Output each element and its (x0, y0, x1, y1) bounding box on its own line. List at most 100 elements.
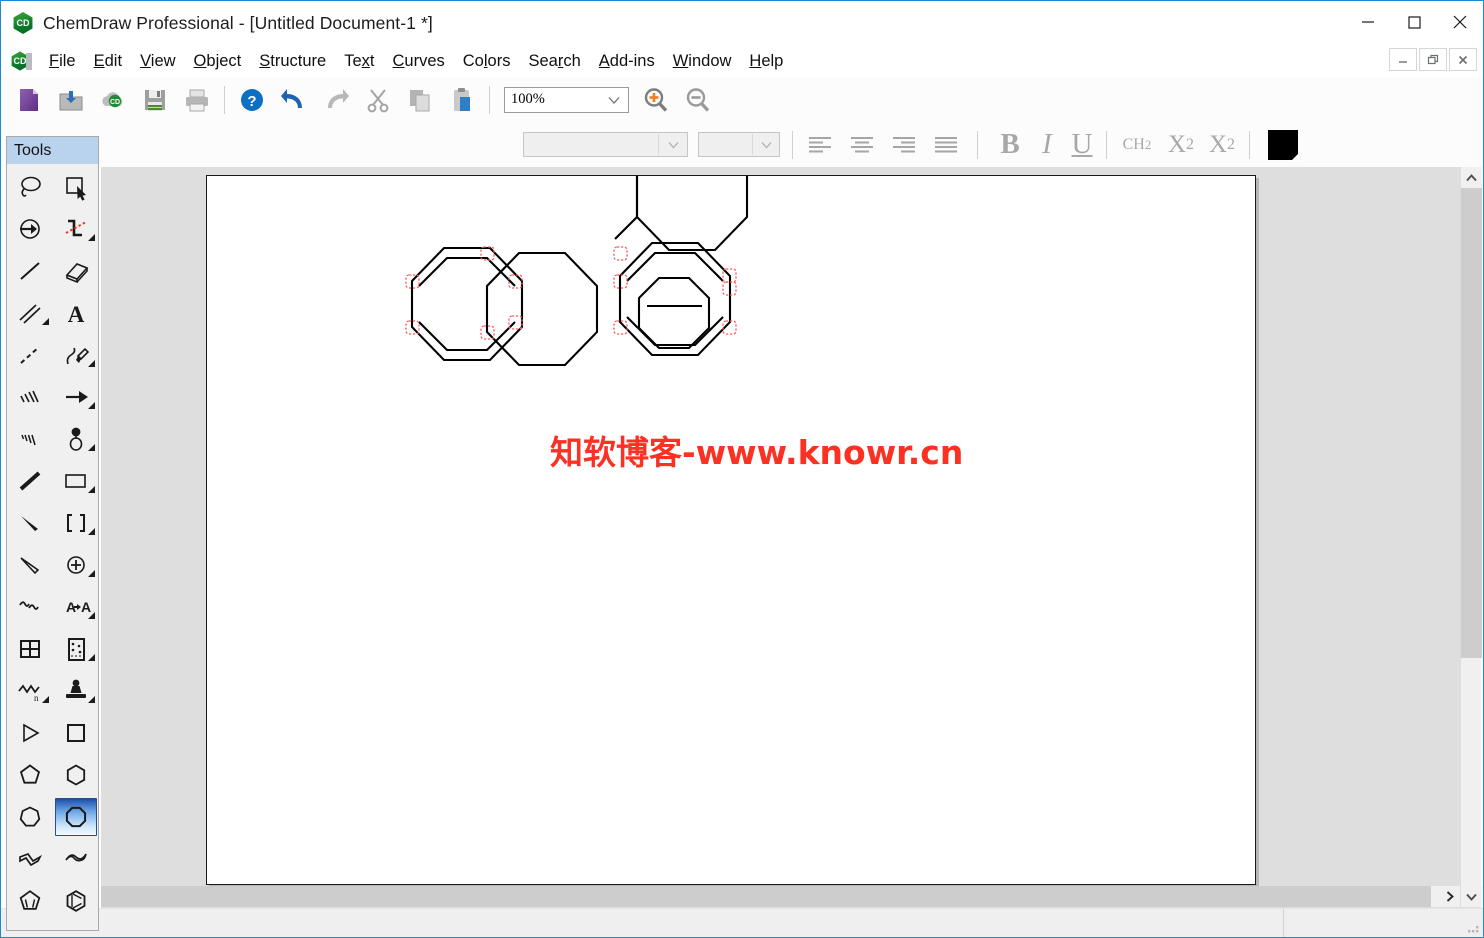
submenu-triangle-icon[interactable] (88, 606, 95, 624)
paste-button[interactable] (441, 80, 483, 120)
eraser-tool[interactable] (53, 250, 99, 292)
align-left-button[interactable] (799, 128, 841, 162)
pentagon-tool[interactable] (7, 754, 53, 796)
document-canvas-area[interactable]: 知软博客-www.knowr.cn (101, 167, 1481, 929)
font-family-combobox[interactable] (523, 132, 688, 157)
atom-replace-tool[interactable]: AA (53, 586, 99, 628)
table-tool[interactable] (7, 628, 53, 670)
dashed-bond-tool[interactable] (7, 334, 53, 376)
menu-item-search[interactable]: Search (519, 49, 589, 74)
superscript-button[interactable]: X2 (1201, 126, 1243, 164)
minimize-button[interactable] (1345, 1, 1391, 43)
scroll-down-button[interactable] (1461, 886, 1482, 907)
underline-button[interactable]: U (1064, 126, 1100, 164)
submenu-triangle-icon[interactable] (88, 522, 95, 540)
save-button[interactable] (134, 80, 176, 120)
menu-item-structure[interactable]: Structure (250, 49, 335, 74)
menu-item-add-ins[interactable]: Add-ins (590, 49, 664, 74)
scroll-up-button[interactable] (1461, 167, 1482, 188)
subscript-button[interactable]: X2 (1161, 126, 1201, 164)
redo-button[interactable] (315, 80, 357, 120)
orbital-tool[interactable] (53, 418, 99, 460)
open-folder-button[interactable] (50, 80, 92, 120)
pen-tool[interactable] (53, 334, 99, 376)
triangle-tool[interactable] (7, 712, 53, 754)
cyclopentadiene-tool[interactable] (7, 880, 53, 922)
hexagon-tool[interactable] (53, 754, 99, 796)
italic-button[interactable]: I (1030, 126, 1064, 164)
submenu-triangle-icon[interactable] (88, 690, 95, 708)
charge-tool[interactable] (53, 544, 99, 586)
resize-grip-icon[interactable] (1467, 921, 1480, 934)
undo-button[interactable] (273, 80, 315, 120)
maximize-button[interactable] (1391, 1, 1437, 43)
menu-item-curves[interactable]: Curves (383, 49, 453, 74)
submenu-triangle-icon[interactable] (88, 396, 95, 414)
hashed-bond-tool[interactable] (7, 418, 53, 460)
submenu-triangle-icon[interactable] (88, 438, 95, 456)
chemical-structure-drawing[interactable] (207, 176, 1256, 885)
mdi-close-button[interactable] (1449, 48, 1477, 71)
squiggle-bond-tool[interactable] (7, 586, 53, 628)
solid-bond-tool[interactable] (7, 250, 53, 292)
bold-bond-tool[interactable] (7, 460, 53, 502)
multiple-bond-tool[interactable] (7, 292, 53, 334)
menu-item-file[interactable]: File (40, 49, 85, 74)
cut-scissors-button[interactable] (357, 80, 399, 120)
menu-item-view[interactable]: View (131, 49, 184, 74)
menu-item-edit[interactable]: Edit (85, 49, 131, 74)
rectangle-tool[interactable] (53, 460, 99, 502)
zoom-out-button[interactable] (677, 80, 719, 120)
align-center-button[interactable] (841, 128, 883, 162)
lasso-tool[interactable] (7, 166, 53, 208)
menu-item-colors[interactable]: Colors (454, 49, 520, 74)
menu-item-object[interactable]: Object (185, 49, 251, 74)
mdi-minimize-button[interactable] (1389, 48, 1417, 71)
vertical-scrollbar[interactable] (1460, 167, 1482, 907)
text-color-swatch[interactable] (1268, 129, 1299, 161)
submenu-triangle-icon[interactable] (42, 312, 49, 330)
print-button[interactable] (176, 80, 218, 120)
copy-button[interactable] (399, 80, 441, 120)
menu-item-window[interactable]: Window (664, 49, 741, 74)
new-document-button[interactable] (8, 80, 50, 120)
submenu-triangle-icon[interactable] (88, 354, 95, 372)
mdi-restore-button[interactable] (1419, 48, 1447, 71)
bracket-tool[interactable] (53, 502, 99, 544)
octagon-tool[interactable] (55, 798, 97, 836)
stamp-tool[interactable] (53, 670, 99, 712)
submenu-triangle-icon[interactable] (42, 690, 49, 708)
font-size-combobox[interactable] (698, 132, 780, 157)
menu-item-text[interactable]: Text (335, 49, 383, 74)
tlc-plate-tool[interactable] (53, 628, 99, 670)
align-right-button[interactable] (883, 128, 925, 162)
menu-item-help[interactable]: Help (740, 49, 792, 74)
marquee-select-tool[interactable] (53, 166, 99, 208)
hollow-wedge-tool[interactable] (7, 544, 53, 586)
bond-path-tool[interactable] (53, 208, 99, 250)
zoom-level-combobox[interactable]: 100% (504, 86, 629, 113)
polymer-bracket-tool[interactable]: n (7, 670, 53, 712)
arrow-tool[interactable] (53, 376, 99, 418)
submenu-triangle-icon[interactable] (88, 480, 95, 498)
wavy-ribbon-tool[interactable] (53, 838, 99, 880)
square-tool[interactable] (53, 712, 99, 754)
close-button[interactable] (1437, 1, 1483, 43)
structure-perspective-tool[interactable] (7, 208, 53, 250)
text-tool[interactable]: A (53, 292, 99, 334)
horizontal-scrollbar[interactable] (101, 886, 1460, 907)
benzene-tool[interactable] (53, 880, 99, 922)
hashed-wedge-tool[interactable] (7, 376, 53, 418)
bold-button[interactable]: B (990, 126, 1030, 164)
submenu-triangle-icon[interactable] (88, 648, 95, 666)
zoom-in-button[interactable] (635, 80, 677, 120)
document-page[interactable]: 知软博客-www.knowr.cn (206, 175, 1256, 885)
submenu-triangle-icon[interactable] (88, 228, 95, 246)
chain-ribbon-tool[interactable] (7, 838, 53, 880)
scroll-right-button[interactable] (1439, 886, 1460, 907)
vertical-scroll-thumb[interactable] (1461, 188, 1482, 658)
horizontal-scroll-thumb[interactable] (101, 886, 1431, 907)
wedge-bond-tool[interactable] (7, 502, 53, 544)
align-justify-button[interactable] (925, 128, 967, 162)
chemdraw-cloud-button[interactable]: CD (92, 80, 134, 120)
